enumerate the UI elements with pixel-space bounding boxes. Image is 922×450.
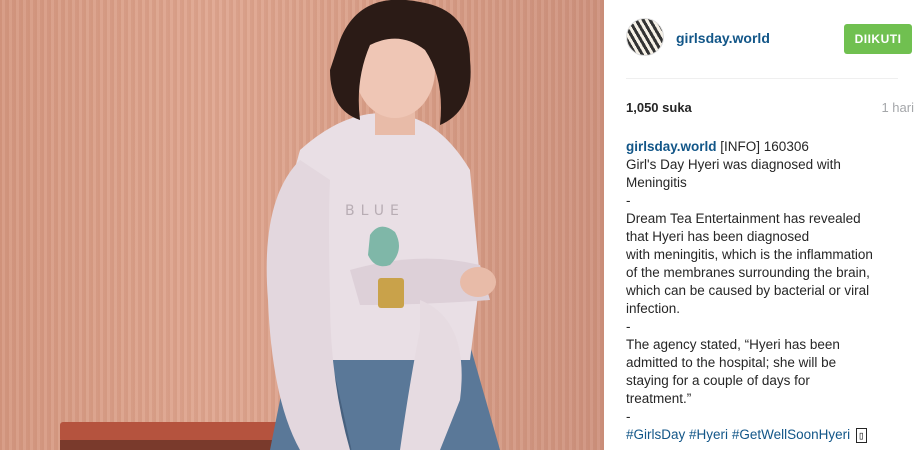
caption-line: infection. [626,301,681,316]
caption-line: Meningitis [626,175,687,190]
caption-line: admitted to the hospital; she will be [626,355,837,370]
caption-line: Dream Tea Entertainment has revealed [626,211,861,226]
caption-line: - [626,409,631,424]
caption-username-link[interactable]: girlsday.world [626,139,717,154]
caption-line: treatment.” [626,391,692,406]
hashtags: #GirlsDay #Hyeri #GetWellSoonHyeri ▯ [626,426,906,445]
photo-illustration: BLUE [60,0,500,450]
unknown-glyph-icon: ▯ [855,428,867,443]
follow-button[interactable]: DIIKUTI [844,24,912,54]
post-sidebar: girlsday.world DIIKUTI 1,050 suka 1 hari… [604,0,922,450]
post-header: girlsday.world DIIKUTI [626,16,912,79]
post-photo[interactable]: BLUE [0,0,604,450]
likes-count[interactable]: 1,050 suka [626,100,692,115]
svg-text:BLUE: BLUE [345,203,405,219]
post-caption: girlsday.world [INFO] 160306 Girl's Day … [626,138,906,445]
table-top [60,422,290,442]
hashtag-link[interactable]: #GetWellSoonHyeri [732,427,850,442]
caption-line: that Hyeri has been diagnosed [626,229,810,244]
caption-first-line: girlsday.world [INFO] 160306 [626,138,906,156]
hashtag-link[interactable]: #Hyeri [689,427,728,442]
caption-line: which can be caused by bacterial or vira… [626,283,870,298]
post-time[interactable]: 1 hari [881,100,914,115]
table-edge [60,440,290,450]
caption-line: with meningitis, which is the inflammati… [626,247,873,262]
caption-line: staying for a couple of days for [626,373,810,388]
caption-line: - [626,193,631,208]
caption-line: - [626,319,631,334]
username-link[interactable]: girlsday.world [676,30,770,46]
caption-line: The agency stated, “Hyeri has been [626,337,840,352]
caption-line: of the membranes surrounding the brain, [626,265,870,280]
profile-avatar-icon[interactable] [626,18,664,56]
hashtag-link[interactable]: #GirlsDay [626,427,685,442]
caption-line: [INFO] 160306 [720,139,809,154]
caption-line: Girl's Day Hyeri was diagnosed with [626,157,841,172]
